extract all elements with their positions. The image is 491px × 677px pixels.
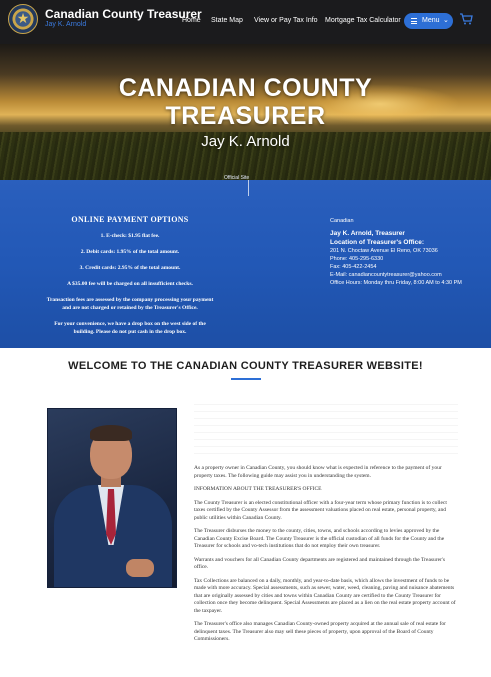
insufficient-check-fee: A $35.00 fee will be charged on all insu… <box>67 281 193 287</box>
drop-box-note: For your convenience, we have a drop box… <box>54 321 206 335</box>
county-seal-icon[interactable]: ★ <box>8 4 38 34</box>
treasurer-portrait <box>47 408 177 588</box>
official-site-tag: Official Site <box>224 175 250 181</box>
phone[interactable]: Phone: 405-295-6330 <box>330 255 480 263</box>
site-header: ★ Canadian County Treasurer Jay K. Arnol… <box>0 0 491 44</box>
street-address: 201 N. Choctaw Avenue El Reno, OK 73036 <box>330 248 438 254</box>
site-subtitle: Jay K. Arnold <box>45 21 87 28</box>
email[interactable]: E-Mail: canadiancountytreasurer@yahoo.co… <box>330 271 480 279</box>
payment-options-title: ONLINE PAYMENT OPTIONS <box>71 215 189 224</box>
menu-label: Menu <box>422 17 440 24</box>
payment-echeck: 1. E-check: $1.95 flat fee. <box>100 233 160 239</box>
hero-name: Jay K. Arnold <box>201 133 290 150</box>
paragraph-warrants: Warrants and vouchers for all Canadian C… <box>194 556 446 571</box>
paragraph-property: The Treasurer's office also manages Cana… <box>194 621 446 642</box>
band-divider <box>248 180 249 196</box>
menu-button[interactable]: Menu ⌄ <box>404 13 453 29</box>
content-background <box>194 398 458 458</box>
hero-title-line1: CANADIAN COUNTY <box>118 74 373 102</box>
payment-options: ONLINE PAYMENT OPTIONS 1. E-check: $1.95… <box>44 215 216 336</box>
chevron-down-icon: ⌄ <box>443 17 449 24</box>
paragraph-disbursement: The Treasurer disburses the money to the… <box>194 528 445 549</box>
payment-debit: 2. Debit cards: 1.95% of the total amoun… <box>80 249 180 255</box>
office-address: Canadian Jay K. Arnold, Treasurer Locati… <box>330 217 480 287</box>
intro-paragraph: As a property owner in Canadian County, … <box>194 465 442 479</box>
office-hours: Office Hours: Monday thru Friday, 8:00 A… <box>330 280 462 286</box>
hamburger-icon <box>411 18 417 24</box>
hero-banner: CANADIAN COUNTY TREASURER Jay K. Arnold <box>0 44 491 180</box>
processing-fee-note: Transaction fees are assessed by the com… <box>46 297 214 311</box>
payment-credit: 3. Credit cards: 2.95% of the total amou… <box>79 265 181 271</box>
heading-underline <box>231 378 261 380</box>
location-heading: Location of Treasurer's Office: <box>330 239 425 246</box>
paragraph-collections: Tax Collections are balanced on a daily,… <box>194 577 456 614</box>
welcome-heading: WELCOME TO THE CANADIAN COUNTY TREASURER… <box>68 360 423 372</box>
paragraph-treasurer-role: The County Treasurer is an elected const… <box>194 499 447 521</box>
info-heading: INFORMATION ABOUT THE TREASURER'S OFFICE <box>194 486 322 492</box>
info-band: Official Site ONLINE PAYMENT OPTIONS 1. … <box>0 175 491 348</box>
welcome-body: As a property owner in Canadian County, … <box>194 465 456 650</box>
hero-title: CANADIAN COUNTY TREASURER <box>0 74 491 130</box>
site-title[interactable]: Canadian County Treasurer <box>45 7 202 21</box>
fax: Fax: 405-422-2454 <box>330 264 377 270</box>
treasurer-name: Jay K. Arnold, Treasurer <box>330 230 405 237</box>
hero-title-line2: TREASURER <box>165 102 326 130</box>
cart-icon[interactable] <box>459 13 473 25</box>
address-county: Canadian <box>330 218 354 224</box>
nav-view-pay-tax[interactable]: View or Pay Tax Info <box>254 17 318 24</box>
nav-mortgage-calculator[interactable]: Mortgage Tax Calculator <box>325 17 401 24</box>
nav-home[interactable]: Home <box>182 17 201 24</box>
nav-state-map[interactable]: State Map <box>211 17 243 24</box>
